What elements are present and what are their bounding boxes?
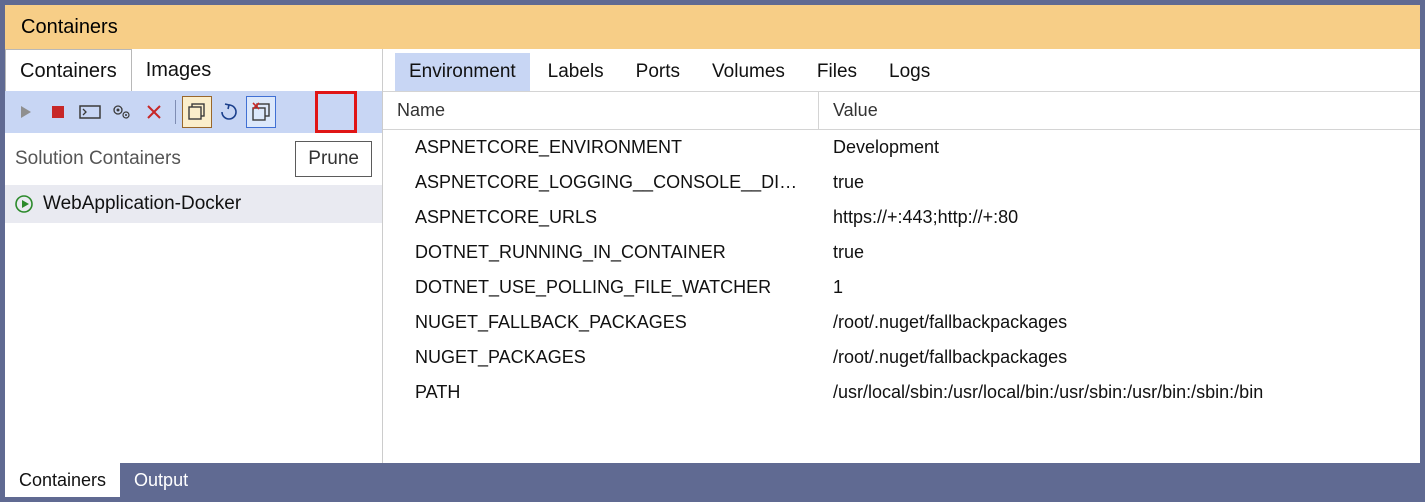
bottom-tab-output[interactable]: Output <box>120 463 202 497</box>
tab-labels[interactable]: Labels <box>534 53 618 91</box>
highlight-box <box>315 91 357 133</box>
env-value: /usr/local/sbin:/usr/local/bin:/usr/sbin… <box>819 375 1420 410</box>
table-row[interactable]: DOTNET_USE_POLLING_FILE_WATCHER1 <box>383 270 1420 305</box>
column-name-header[interactable]: Name <box>383 92 819 129</box>
title-text: Containers <box>21 16 118 39</box>
env-name: DOTNET_USE_POLLING_FILE_WATCHER <box>383 270 819 305</box>
env-name: ASPNETCORE_LOGGING__CONSOLE__DISA… <box>383 165 819 200</box>
table-row[interactable]: ASPNETCORE_LOGGING__CONSOLE__DISA…true <box>383 165 1420 200</box>
terminal-button[interactable] <box>75 96 105 128</box>
toolbar <box>5 91 382 133</box>
bottom-tab-strip: Containers Output <box>5 463 1420 497</box>
group-label: Solution Containers <box>15 148 181 170</box>
table-row[interactable]: PATH/usr/local/sbin:/usr/local/bin:/usr/… <box>383 375 1420 410</box>
delete-button[interactable] <box>139 96 169 128</box>
tab-ports[interactable]: Ports <box>622 53 694 91</box>
env-name: PATH <box>383 375 819 410</box>
env-value: /root/.nuget/fallbackpackages <box>819 340 1420 375</box>
settings-button[interactable] <box>107 96 137 128</box>
right-tab-strip: Environment Labels Ports Volumes Files L… <box>383 49 1420 91</box>
tab-environment[interactable]: Environment <box>395 53 530 91</box>
column-value-header[interactable]: Value <box>819 92 1420 129</box>
toolbar-separator <box>175 100 176 124</box>
running-icon <box>15 195 33 213</box>
env-value: https://+:443;http://+:80 <box>819 200 1420 235</box>
tab-containers[interactable]: Containers <box>5 49 132 91</box>
window-title: Containers <box>5 5 1420 49</box>
tab-logs[interactable]: Logs <box>875 53 944 91</box>
env-name: ASPNETCORE_ENVIRONMENT <box>383 130 819 165</box>
remove-all-stopped-button[interactable] <box>182 96 212 128</box>
env-name: NUGET_FALLBACK_PACKAGES <box>383 305 819 340</box>
env-name: DOTNET_RUNNING_IN_CONTAINER <box>383 235 819 270</box>
env-value: true <box>819 165 1420 200</box>
tab-images[interactable]: Images <box>132 49 226 91</box>
table-row[interactable]: NUGET_PACKAGES/root/.nuget/fallbackpacka… <box>383 340 1420 375</box>
tab-volumes[interactable]: Volumes <box>698 53 799 91</box>
tab-files[interactable]: Files <box>803 53 871 91</box>
prune-button[interactable] <box>246 96 276 128</box>
refresh-button[interactable] <box>214 96 244 128</box>
group-row: Solution Containers Prune <box>5 133 382 185</box>
env-value: 1 <box>819 270 1420 305</box>
env-value: Development <box>819 130 1420 165</box>
table-row[interactable]: ASPNETCORE_ENVIRONMENTDevelopment <box>383 130 1420 165</box>
bottom-tab-containers[interactable]: Containers <box>5 463 120 497</box>
container-list-item[interactable]: WebApplication-Docker <box>5 185 382 223</box>
left-tab-strip: Containers Images <box>5 49 382 91</box>
env-table-body: ASPNETCORE_ENVIRONMENTDevelopment ASPNET… <box>383 130 1420 410</box>
table-row[interactable]: DOTNET_RUNNING_IN_CONTAINERtrue <box>383 235 1420 270</box>
start-button[interactable] <box>11 96 41 128</box>
table-row[interactable]: ASPNETCORE_URLShttps://+:443;http://+:80 <box>383 200 1420 235</box>
env-name: ASPNETCORE_URLS <box>383 200 819 235</box>
stop-button[interactable] <box>43 96 73 128</box>
container-name: WebApplication-Docker <box>43 193 241 215</box>
env-value: true <box>819 235 1420 270</box>
env-value: /root/.nuget/fallbackpackages <box>819 305 1420 340</box>
env-table-header: Name Value <box>383 91 1420 130</box>
table-row[interactable]: NUGET_FALLBACK_PACKAGES/root/.nuget/fall… <box>383 305 1420 340</box>
env-name: NUGET_PACKAGES <box>383 340 819 375</box>
prune-tooltip: Prune <box>295 141 372 177</box>
